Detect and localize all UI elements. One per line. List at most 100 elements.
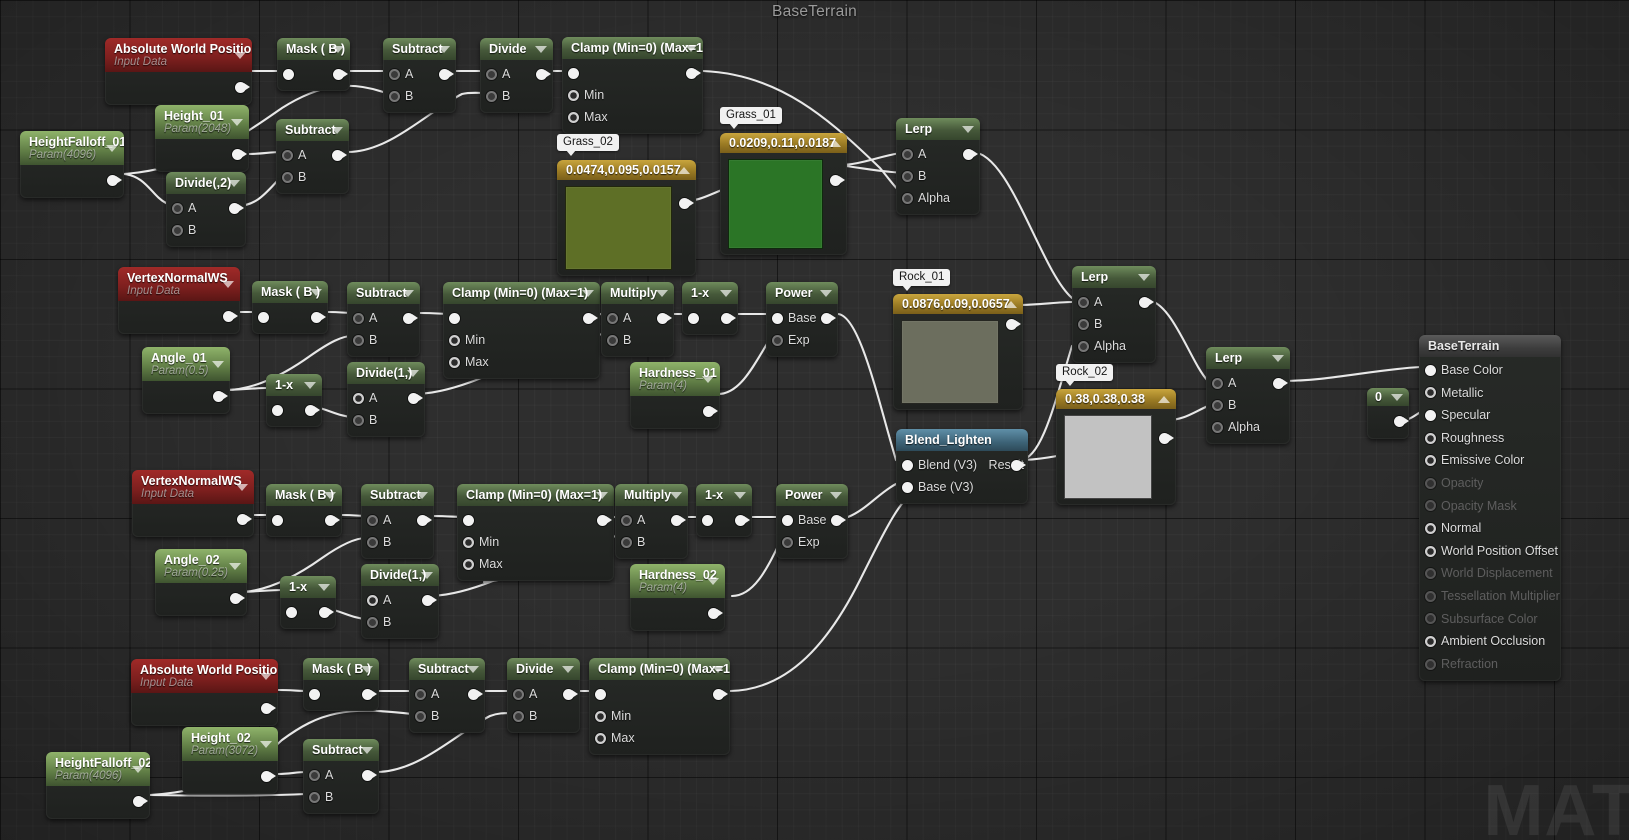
node-header[interactable]: BaseTerrain — [1419, 335, 1561, 357]
input-pin-alpha[interactable] — [1078, 340, 1089, 352]
input-pin[interactable] — [1425, 455, 1436, 467]
input-pin[interactable] — [258, 311, 269, 323]
input-pin[interactable] — [309, 688, 320, 700]
node-height-01[interactable]: Height_01 Param(2048) — [155, 105, 249, 172]
node-subtract-4[interactable]: Subtract A B — [361, 484, 434, 559]
input-pin-a[interactable] — [1078, 296, 1089, 308]
input-pin-a[interactable] — [389, 68, 400, 80]
chevron-down-icon[interactable] — [438, 46, 450, 53]
input-pin-max[interactable] — [449, 356, 460, 368]
input-pin[interactable] — [568, 67, 579, 79]
input-pin-max[interactable] — [463, 558, 474, 570]
node-header[interactable]: Lerp — [1206, 347, 1290, 369]
node-header[interactable]: 1-x — [696, 484, 752, 506]
chevron-down-icon[interactable] — [707, 578, 719, 585]
input-pin[interactable] — [1425, 409, 1436, 421]
node-rock-02[interactable]: 0.38,0.38,0.38 — [1056, 389, 1176, 505]
input-pin[interactable] — [1425, 522, 1436, 534]
output-pin[interactable] — [1394, 415, 1409, 427]
input-pin-b[interactable] — [1078, 318, 1089, 330]
node-absolute-world-position-2[interactable]: Absolute World Position Input Data — [131, 659, 278, 726]
output-pin[interactable] — [362, 769, 377, 781]
output-pin[interactable] — [107, 174, 122, 186]
output-pin[interactable] — [235, 81, 250, 93]
node-heightfalloff-01[interactable]: HeightFalloff_01 Param(4096) — [20, 131, 124, 198]
node-header[interactable]: Clamp (Min=0) (Max=1) — [457, 484, 614, 506]
node-header[interactable]: Divide — [507, 658, 580, 680]
output-pin[interactable] — [735, 514, 750, 526]
node-header[interactable]: Angle_02 Param(0.25) — [155, 549, 247, 583]
output-pin[interactable] — [830, 175, 845, 186]
output-pin[interactable] — [232, 148, 247, 160]
chevron-down-icon[interactable] — [720, 290, 732, 297]
node-header[interactable]: Divide(1,) — [347, 362, 425, 384]
output-pin[interactable] — [721, 312, 736, 324]
input-pin[interactable] — [272, 404, 283, 416]
input-pin-b[interactable] — [353, 334, 364, 346]
input-pin[interactable] — [449, 312, 460, 324]
input-pin-b[interactable] — [353, 414, 364, 426]
node-header[interactable]: Lerp — [1072, 266, 1156, 288]
input-pin[interactable] — [1425, 658, 1436, 670]
material-output-pin[interactable]: Base Color — [1419, 359, 1561, 382]
chevron-down-icon[interactable] — [310, 289, 322, 296]
output-pin[interactable] — [332, 149, 347, 161]
material-output-pin[interactable]: Metallic — [1419, 382, 1561, 405]
input-pin-blend[interactable] — [902, 459, 913, 471]
input-pin[interactable] — [688, 312, 699, 324]
node-header[interactable]: Power — [766, 282, 838, 304]
input-pin[interactable] — [1425, 545, 1436, 557]
input-pin-b[interactable] — [415, 710, 426, 722]
node-constant-zero[interactable]: 0 — [1367, 388, 1409, 439]
material-output-pin[interactable]: World Displacement — [1419, 562, 1561, 585]
output-pin[interactable] — [686, 67, 701, 79]
input-pin-a[interactable] — [353, 312, 364, 324]
node-power-2[interactable]: Power Base Exp — [776, 484, 848, 559]
chevron-up-icon[interactable] — [1005, 301, 1017, 308]
node-header[interactable]: Subtract — [276, 119, 349, 141]
material-output-pin[interactable]: Refraction — [1419, 653, 1561, 676]
input-pin[interactable] — [1425, 590, 1436, 602]
node-multiply-1[interactable]: Multiply A B — [601, 282, 674, 357]
material-output-pin[interactable]: Opacity Mask — [1419, 495, 1561, 518]
chevron-down-icon[interactable] — [260, 741, 272, 748]
material-output-pin[interactable]: Roughness — [1419, 427, 1561, 450]
chevron-down-icon[interactable] — [318, 584, 330, 591]
node-header[interactable]: Subtract — [409, 658, 485, 680]
node-divide-1-comma-2[interactable]: Divide(1,) A B — [361, 564, 439, 639]
output-pin[interactable] — [237, 513, 252, 525]
chevron-down-icon[interactable] — [467, 666, 479, 673]
node-header[interactable]: Subtract — [383, 38, 456, 60]
node-header[interactable]: Mask ( B ) — [303, 658, 379, 680]
output-pin[interactable] — [230, 592, 245, 604]
chevron-down-icon[interactable] — [1272, 355, 1284, 362]
node-clamp-3[interactable]: Clamp (Min=0) (Max=1) Min Max — [457, 484, 614, 581]
node-absolute-world-position-1[interactable]: Absolute World Position Input Data — [105, 38, 252, 105]
node-header[interactable]: Mask ( B ) — [266, 484, 342, 506]
input-pin[interactable] — [1425, 635, 1436, 647]
output-pin[interactable] — [679, 198, 694, 209]
input-pin[interactable] — [1425, 568, 1436, 580]
chevron-down-icon[interactable] — [670, 492, 682, 499]
chevron-down-icon[interactable] — [582, 290, 594, 297]
output-pin[interactable] — [408, 392, 423, 404]
node-lerp-2[interactable]: Lerp A B Alpha — [1072, 266, 1156, 363]
input-pin-exp[interactable] — [772, 334, 783, 346]
input-pin-a[interactable] — [607, 312, 618, 324]
node-clamp-2[interactable]: Clamp (Min=0) (Max=1) Min Max — [443, 282, 600, 379]
input-pin[interactable] — [595, 688, 606, 700]
input-pin[interactable] — [1425, 387, 1436, 399]
node-divide-comma-2[interactable]: Divide(,2) A B — [166, 172, 246, 247]
node-vertex-normal-ws-1[interactable]: VertexNormalWS Input Data — [118, 267, 240, 334]
chevron-down-icon[interactable] — [324, 492, 336, 499]
chevron-down-icon[interactable] — [236, 484, 248, 491]
node-clamp-1[interactable]: Clamp (Min=0) (Max=1) Min Max — [562, 37, 703, 134]
node-hardness-01[interactable]: Hardness_01 Param(4) — [630, 362, 720, 429]
node-header[interactable]: Height_01 Param(2048) — [155, 105, 249, 139]
node-header[interactable]: 0.0474,0.095,0.0157 — [557, 160, 696, 180]
chevron-down-icon[interactable] — [106, 145, 118, 152]
node-header[interactable]: VertexNormalWS Input Data — [118, 267, 240, 301]
node-heightfalloff-02[interactable]: HeightFalloff_02 Param(4096) — [46, 752, 150, 819]
node-subtract-1[interactable]: Subtract A B — [383, 38, 456, 113]
output-pin[interactable] — [213, 390, 228, 402]
